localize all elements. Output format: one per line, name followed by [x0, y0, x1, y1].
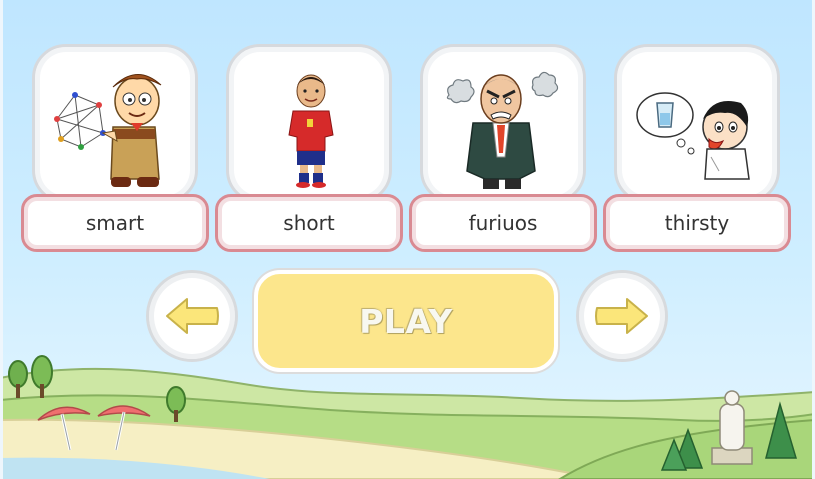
arrow-right-icon	[595, 298, 648, 334]
thirsty-boy-icon	[636, 92, 750, 180]
word-label: short	[283, 211, 335, 235]
play-button[interactable]: PLAY	[254, 270, 558, 372]
footballer-icon	[288, 67, 335, 189]
word-label: smart	[85, 211, 145, 235]
picture-card-smart[interactable]	[32, 44, 198, 204]
picture-card-thirsty[interactable]	[614, 44, 780, 204]
picture-card-short[interactable]	[226, 44, 392, 204]
previous-button[interactable]	[146, 270, 238, 362]
play-label: PLAY	[359, 301, 453, 341]
word-button-smart[interactable]: smart	[21, 194, 209, 252]
smart-boy-icon	[54, 74, 162, 187]
word-label: thirsty	[664, 211, 730, 235]
word-button-thirsty[interactable]: thirsty	[603, 194, 791, 252]
word-label: furiuos	[468, 211, 538, 235]
word-button-short[interactable]: short	[215, 194, 403, 252]
picture-card-furious[interactable]	[420, 44, 586, 204]
next-button[interactable]	[576, 270, 668, 362]
word-button-furious[interactable]: furiuos	[409, 194, 597, 252]
arrow-left-icon	[166, 298, 219, 334]
furious-man-icon	[446, 71, 559, 189]
